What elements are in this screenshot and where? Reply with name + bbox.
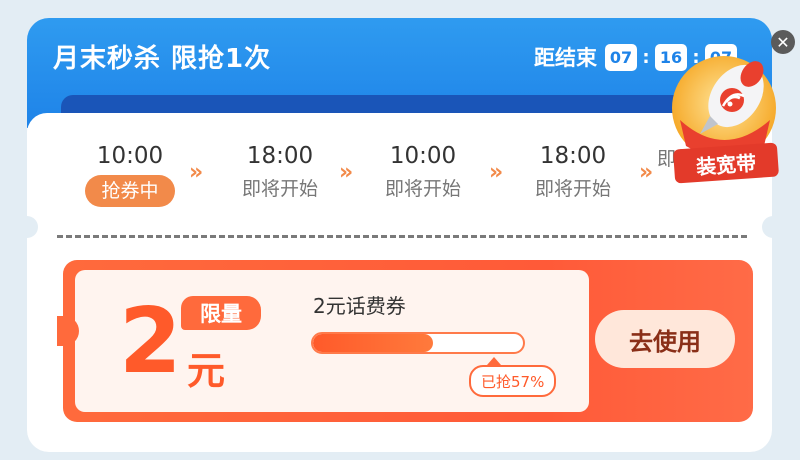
session-status-active: 抢券中 [85, 175, 175, 207]
coupon-body: 2 元 限量 2元话费券 已抢57% [75, 270, 589, 412]
grabbed-percent-tag: 已抢57% [469, 365, 557, 397]
coupon-unit: 元 [187, 349, 226, 393]
dashed-divider [57, 235, 747, 238]
chevron-right-icon: » [639, 160, 654, 185]
broadband-promo[interactable]: 装宽带 [660, 50, 786, 184]
close-icon[interactable]: ✕ [771, 30, 795, 54]
session-status: 即将开始 [241, 178, 318, 200]
countdown-label: 距结束 [534, 46, 597, 70]
chevron-right-icon: » [339, 160, 354, 185]
session-slot-1[interactable]: 10:00 抢券中 [60, 141, 200, 207]
session-time: 18:00 [246, 143, 314, 169]
session-time: 10:00 [96, 143, 164, 169]
session-slot-2[interactable]: 18:00 即将开始 [210, 141, 350, 203]
session-time: 10:00 [389, 143, 457, 169]
limit-badge: 限量 [181, 296, 261, 330]
grab-progress-bar [311, 332, 525, 354]
page-title: 月末秒杀 限抢1次 [53, 44, 272, 74]
grab-progress-fill [313, 334, 433, 352]
countdown-separator: : [642, 46, 650, 68]
session-status: 即将开始 [534, 178, 611, 200]
promo-label: 装宽带 [672, 142, 780, 184]
coupon-amount: 2 [119, 289, 182, 394]
ticket-notch-left [16, 216, 38, 238]
session-time: 18:00 [539, 143, 607, 169]
session-status: 即将开始 [384, 178, 461, 200]
countdown-hours: 07 [605, 43, 637, 71]
coupon: 2 元 限量 2元话费券 已抢57% 去使用 [57, 260, 753, 422]
session-slot-3[interactable]: 10:00 即将开始 [353, 141, 493, 203]
chevron-right-icon: » [189, 160, 204, 185]
ticket-notch-right [762, 216, 784, 238]
chevron-right-icon: » [489, 160, 504, 185]
use-coupon-button[interactable]: 去使用 [595, 310, 735, 368]
grab-tag-pointer [487, 357, 501, 365]
session-slot-4[interactable]: 18:00 即将开始 [503, 141, 643, 203]
coupon-name: 2元话费券 [313, 294, 406, 318]
